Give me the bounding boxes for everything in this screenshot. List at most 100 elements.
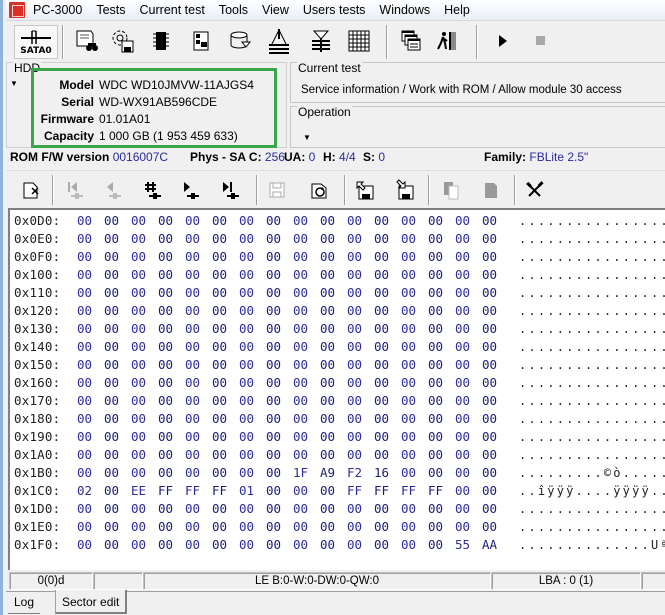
hex-byte[interactable]: 00 — [455, 410, 470, 428]
hex-byte[interactable]: 00 — [482, 302, 497, 320]
hex-byte[interactable]: 00 — [455, 302, 470, 320]
hex-byte[interactable]: 00 — [293, 266, 308, 284]
hex-byte[interactable]: 00 — [347, 500, 362, 518]
hex-byte[interactable]: 00 — [212, 446, 227, 464]
hex-byte[interactable]: 00 — [77, 446, 92, 464]
hex-byte[interactable]: 00 — [347, 302, 362, 320]
hex-byte[interactable]: 00 — [185, 302, 200, 320]
hex-byte[interactable]: 00 — [428, 212, 443, 230]
hex-byte[interactable]: 00 — [347, 518, 362, 536]
hex-byte[interactable]: 00 — [401, 392, 416, 410]
hex-byte[interactable]: 00 — [104, 536, 119, 554]
hex-byte[interactable]: 00 — [239, 284, 254, 302]
hex-row-ascii[interactable]: ................ — [519, 428, 665, 446]
hex-byte[interactable]: 00 — [131, 230, 146, 248]
hex-byte[interactable]: 00 — [293, 320, 308, 338]
hex-byte[interactable]: 00 — [239, 392, 254, 410]
hex-byte[interactable]: 00 — [239, 320, 254, 338]
hex-byte[interactable]: 00 — [158, 464, 173, 482]
hex-byte[interactable]: 00 — [77, 428, 92, 446]
hex-byte[interactable]: 00 — [401, 284, 416, 302]
hex-byte[interactable]: 00 — [158, 374, 173, 392]
hex-byte[interactable]: 00 — [158, 302, 173, 320]
hex-byte[interactable]: 00 — [158, 266, 173, 284]
hex-byte[interactable]: 00 — [428, 464, 443, 482]
hex-byte[interactable]: 02 — [77, 482, 92, 500]
hex-byte[interactable]: 00 — [320, 302, 335, 320]
hex-byte[interactable]: 00 — [374, 536, 389, 554]
hex-byte[interactable]: 00 — [266, 266, 281, 284]
menu-help[interactable]: Help — [437, 0, 477, 20]
hex-byte[interactable]: 1F — [293, 464, 308, 482]
hex-byte[interactable]: 00 — [104, 446, 119, 464]
hex-byte[interactable]: 00 — [212, 230, 227, 248]
hex-byte[interactable]: 00 — [401, 518, 416, 536]
hex-byte[interactable]: FF — [185, 482, 200, 500]
service-area-button[interactable] — [226, 26, 256, 56]
hex-byte[interactable]: 00 — [104, 374, 119, 392]
hex-byte[interactable]: 00 — [428, 230, 443, 248]
prev-sector-button[interactable] — [100, 176, 126, 204]
hex-byte[interactable]: 00 — [347, 320, 362, 338]
hex-byte[interactable]: 00 — [104, 302, 119, 320]
hex-byte[interactable]: 00 — [131, 518, 146, 536]
hex-byte[interactable]: 00 — [131, 248, 146, 266]
hex-byte[interactable]: 00 — [131, 320, 146, 338]
hex-byte[interactable]: 00 — [104, 410, 119, 428]
hex-byte[interactable]: 00 — [293, 302, 308, 320]
hex-byte[interactable]: 00 — [158, 536, 173, 554]
settings-button[interactable] — [108, 26, 138, 56]
start-button[interactable] — [488, 26, 518, 56]
hex-byte[interactable]: 00 — [266, 518, 281, 536]
hex-byte[interactable]: 00 — [401, 356, 416, 374]
hex-byte[interactable]: 00 — [266, 428, 281, 446]
hex-byte[interactable]: 00 — [293, 518, 308, 536]
hex-byte[interactable]: 00 — [212, 338, 227, 356]
hex-byte[interactable]: 00 — [374, 392, 389, 410]
hex-byte[interactable]: 00 — [293, 446, 308, 464]
hex-byte[interactable]: 00 — [293, 284, 308, 302]
hex-byte[interactable]: 00 — [401, 536, 416, 554]
hex-row-ascii[interactable]: ................ — [519, 374, 665, 392]
hex-byte[interactable]: 00 — [293, 338, 308, 356]
hex-row-ascii[interactable]: ................ — [519, 446, 665, 464]
save-sector-button[interactable] — [264, 176, 290, 204]
hex-byte[interactable]: 00 — [293, 536, 308, 554]
hex-byte[interactable]: 00 — [131, 392, 146, 410]
hex-byte[interactable]: 00 — [455, 518, 470, 536]
hex-byte[interactable]: 00 — [482, 410, 497, 428]
hex-row-ascii[interactable]: ................ — [519, 230, 665, 248]
hex-byte[interactable]: 00 — [131, 338, 146, 356]
hex-byte[interactable]: 00 — [239, 374, 254, 392]
hex-row-ascii[interactable]: ..îÿÿÿ....ÿÿÿÿ.. — [519, 482, 665, 500]
hex-row-ascii[interactable]: ................ — [519, 212, 665, 230]
hex-row-ascii[interactable]: ................ — [519, 518, 665, 536]
hex-byte[interactable]: 00 — [266, 356, 281, 374]
hex-byte[interactable]: 00 — [77, 392, 92, 410]
hex-byte[interactable]: 00 — [77, 536, 92, 554]
sata-port-button[interactable]: SATA0 — [14, 25, 58, 59]
hex-byte[interactable]: 00 — [266, 320, 281, 338]
hex-byte[interactable]: 00 — [347, 356, 362, 374]
hex-byte[interactable]: 00 — [401, 464, 416, 482]
hex-row-ascii[interactable]: ................ — [519, 266, 665, 284]
hex-byte[interactable]: 00 — [131, 500, 146, 518]
hex-byte[interactable]: 00 — [455, 392, 470, 410]
hex-byte[interactable]: 00 — [455, 464, 470, 482]
hex-byte[interactable]: 00 — [77, 212, 92, 230]
hex-byte[interactable]: 00 — [77, 266, 92, 284]
hex-byte[interactable]: 00 — [347, 284, 362, 302]
hex-byte[interactable]: 00 — [77, 500, 92, 518]
hex-byte[interactable]: 00 — [401, 266, 416, 284]
hex-byte[interactable]: 00 — [482, 428, 497, 446]
last-sector-button[interactable] — [218, 176, 244, 204]
menu-tests[interactable]: Tests — [89, 0, 132, 20]
hex-byte[interactable]: 00 — [428, 266, 443, 284]
stop-button[interactable] — [526, 26, 556, 56]
hex-byte[interactable]: 00 — [239, 338, 254, 356]
menu-view[interactable]: View — [255, 0, 296, 20]
hex-byte[interactable]: 00 — [374, 446, 389, 464]
tab-log[interactable]: Log — [8, 592, 41, 614]
tools-button[interactable] — [522, 176, 548, 204]
hex-byte[interactable]: 00 — [77, 284, 92, 302]
